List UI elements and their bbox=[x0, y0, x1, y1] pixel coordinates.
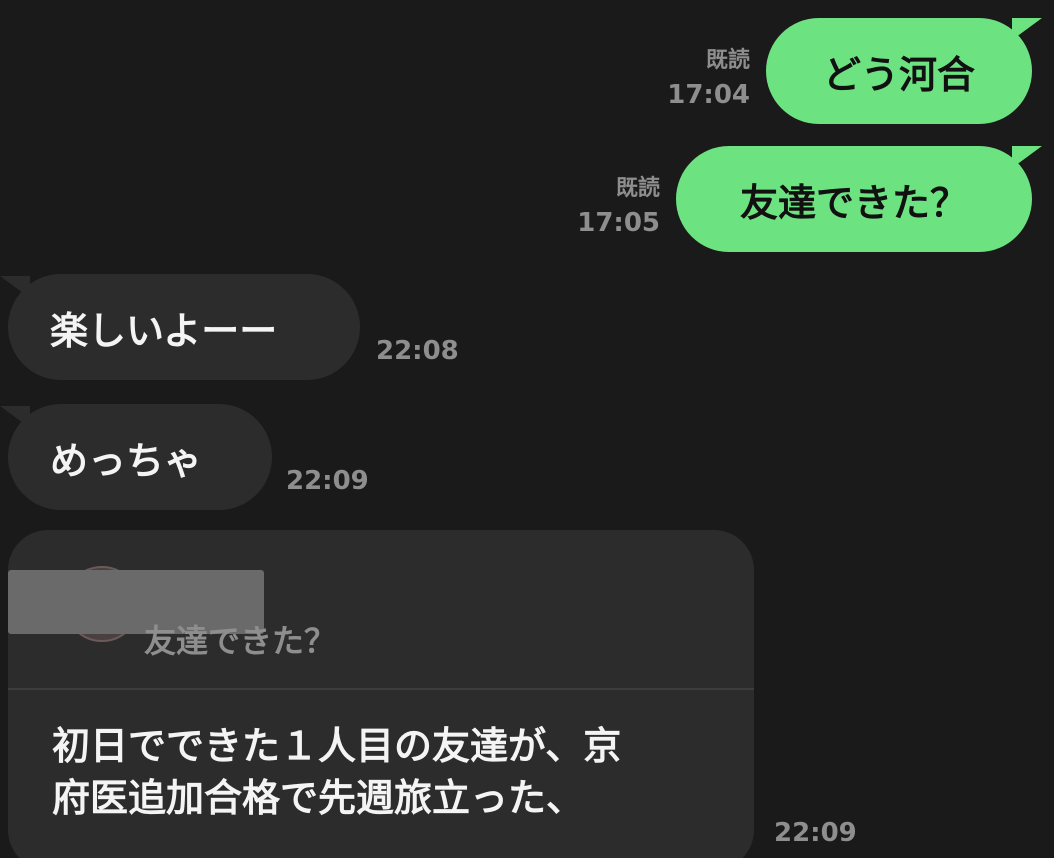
message-time: 17:04 bbox=[667, 80, 750, 110]
quoted-text: 友達できた？ bbox=[144, 622, 337, 660]
read-receipt: 既読 bbox=[705, 48, 750, 73]
sent1-meta: 既読 17:04 bbox=[640, 44, 750, 112]
reply-text-line: 初日でできた１人目の友達が、京 bbox=[52, 724, 622, 768]
sent-message-bubble[interactable]: 友達できた？ bbox=[676, 146, 1032, 252]
message-text: どう河合 bbox=[822, 52, 975, 97]
message-text: 友達できた？ bbox=[739, 180, 968, 225]
sent2-meta: 既読 17:05 bbox=[550, 172, 660, 240]
message-time: 22:09 bbox=[286, 466, 369, 496]
bubble-tail bbox=[1012, 18, 1042, 40]
message-time: 22:08 bbox=[376, 336, 459, 366]
bubble-tail bbox=[1012, 146, 1042, 168]
chat-thread: 既読 17:04 どう河合 既読 17:05 友達できた？ 楽しいよーー 22:… bbox=[0, 0, 1054, 858]
read-receipt: 既読 bbox=[615, 176, 660, 201]
message-time: 17:05 bbox=[577, 208, 660, 238]
message-time: 22:09 bbox=[774, 818, 857, 848]
message-text: 楽しいよーー bbox=[50, 308, 278, 353]
received-message-bubble[interactable]: 楽しいよーー bbox=[8, 274, 360, 380]
reply-text: 初日でできた１人目の友達が、京 府医追加合格で先週旅立った、 bbox=[52, 720, 732, 824]
received-message-bubble[interactable]: めっちゃ bbox=[8, 404, 272, 510]
sent-message-bubble[interactable]: どう河合 bbox=[766, 18, 1032, 124]
reply-message-card[interactable]: 友達できた？ 初日でできた１人目の友達が、京 府医追加合格で先週旅立った、 bbox=[8, 530, 754, 858]
message-text: めっちゃ bbox=[50, 438, 203, 483]
reply-text-line: 府医追加合格で先週旅立った、 bbox=[52, 776, 585, 820]
quoted-message[interactable]: 友達できた？ bbox=[8, 530, 754, 690]
